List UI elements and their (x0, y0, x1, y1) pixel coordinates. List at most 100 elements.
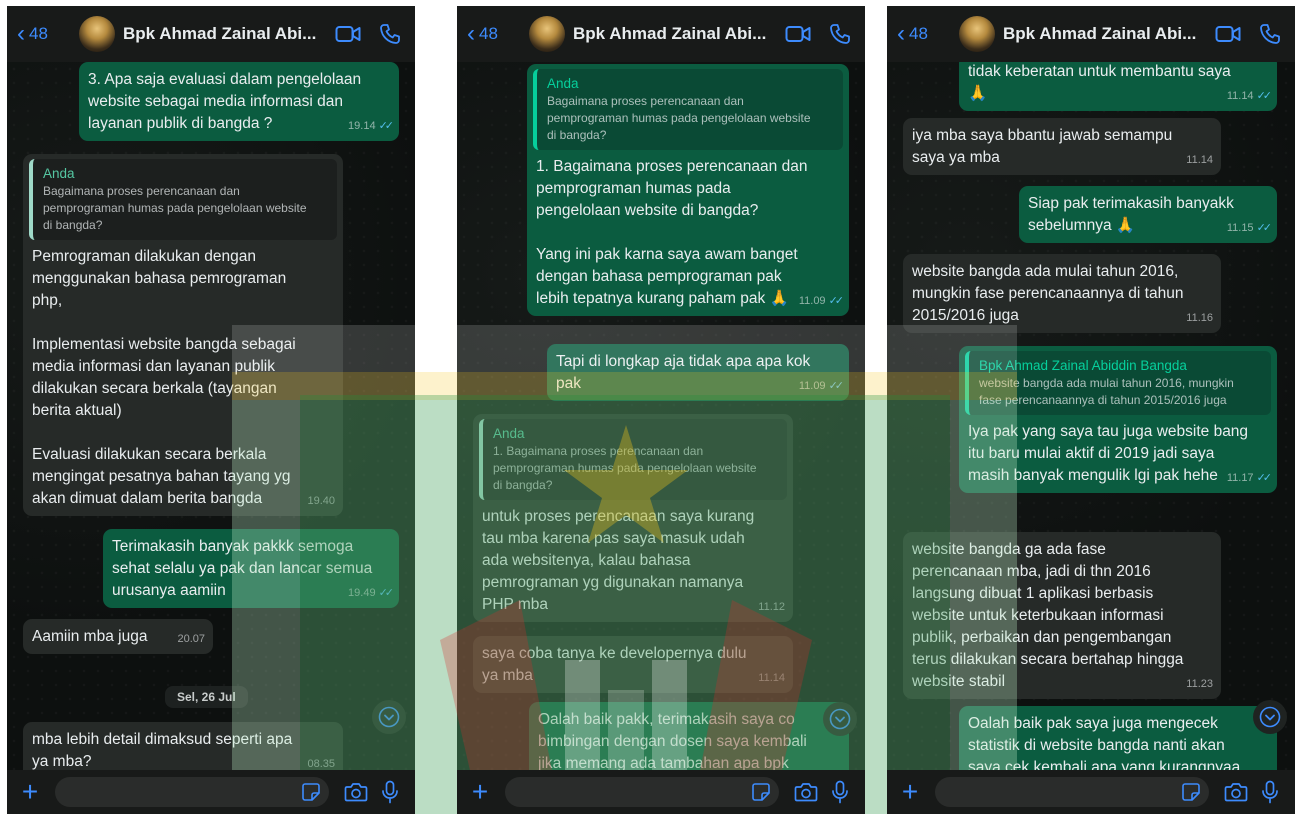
message-outgoing[interactable]: Tapi di longkap aja tidak apa apa kok pa… (547, 344, 849, 401)
voice-call-button[interactable] (375, 23, 405, 45)
message-outgoing[interactable]: Terimakasih banyak pakkk semoga sehat se… (103, 529, 399, 608)
message-text: untuk proses perencanaan saya kurang tau… (482, 508, 755, 613)
message-text: Pemrograman dilakukan dengan menggunakan… (32, 248, 296, 507)
unread-count: 48 (479, 24, 498, 43)
quoted-author: Anda (43, 166, 75, 181)
quoted-message[interactable]: Bpk Ahmad Zainal Abiddin Bangda website … (965, 351, 1271, 415)
sticker-icon (1182, 783, 1200, 801)
microphone-button[interactable] (1253, 780, 1287, 804)
contact-name[interactable]: Bpk Ahmad Zainal Abi... (573, 24, 771, 44)
chat-header: ‹ 48 Bpk Ahmad Zainal Abi... (457, 6, 865, 62)
video-call-icon (335, 26, 361, 42)
message-text: Aamiin mba juga (32, 628, 148, 645)
message-meta: 19.14 ✓✓ (348, 115, 395, 137)
camera-button[interactable] (1219, 782, 1253, 802)
message-outgoing[interactable]: 3. Apa saja evaluasi dalam pengelolaan w… (79, 62, 399, 141)
message-meta: 11.17 ✓✓ (1227, 467, 1272, 489)
message-meta: 11.15 ✓✓ (1227, 217, 1272, 239)
message-incoming[interactable]: website bangda ga ada fase perencanaan m… (903, 532, 1221, 699)
message-input[interactable] (505, 777, 779, 807)
message-meta: 11.23 (1186, 673, 1213, 695)
quoted-message[interactable]: Anda Bagaimana proses perencanaan dan pe… (29, 159, 337, 240)
message-outgoing[interactable]: Anda Bagaimana proses perencanaan dan pe… (527, 64, 849, 316)
message-meta: 11.14 ✓✓ (1226, 85, 1272, 107)
message-meta: 11.14 (1186, 149, 1213, 171)
back-button[interactable]: ‹ 48 (897, 22, 953, 46)
message-time: 11.09 (798, 295, 826, 307)
video-call-button[interactable] (783, 25, 813, 43)
message-outgoing[interactable]: Siap pak terimakasih banyakk sebelumnya … (1019, 186, 1277, 243)
avatar[interactable] (959, 16, 995, 52)
message-incoming[interactable]: website bangda ada mulai tahun 2016, mun… (903, 254, 1221, 333)
scroll-to-bottom-button[interactable] (1253, 700, 1287, 734)
voice-call-button[interactable] (825, 23, 855, 45)
back-button[interactable]: ‹ 48 (17, 22, 73, 46)
message-text: website bangda ga ada fase perencanaan m… (912, 541, 1184, 690)
back-button[interactable]: ‹ 48 (467, 22, 523, 46)
chevron-down-icon (829, 708, 851, 730)
message-text: tidak keberatan untuk membantu saya 🙏 (968, 63, 1231, 102)
contact-name[interactable]: Bpk Ahmad Zainal Abi... (123, 24, 321, 44)
voice-call-button[interactable] (1255, 23, 1285, 45)
avatar[interactable] (529, 16, 565, 52)
message-time: 19.49 (348, 587, 376, 599)
camera-icon (344, 783, 368, 802)
chevron-left-icon: ‹ (467, 20, 475, 47)
chat-screenshot-1: ‹ 48 Bpk Ahmad Zainal Abi... 3. Apa saja… (7, 6, 415, 814)
sticker-icon (752, 783, 770, 801)
microphone-button[interactable] (373, 780, 407, 804)
avatar[interactable] (79, 16, 115, 52)
message-text: 3. Apa saja evaluasi dalam pengelolaan w… (88, 71, 362, 132)
message-text: saya coba tanya ke developernya dulu ya … (482, 645, 747, 684)
message-input[interactable] (55, 777, 329, 807)
quoted-text: website bangda ada mulai tahun 2016, mun… (979, 376, 1234, 407)
message-meta: 19.49 ✓✓ (348, 582, 394, 604)
read-ticks-icon: ✓✓ (828, 380, 845, 392)
message-time: 11.09 (798, 380, 826, 392)
message-text: Iya pak yang saya tau juga website bang … (968, 423, 1249, 484)
message-incoming[interactable]: Aamiin mba juga 20.07 (23, 619, 213, 654)
message-composer: + (7, 770, 415, 814)
chat-screenshot-3: ‹ 48 Bpk Ahmad Zainal Abi... tidak keber… (887, 6, 1295, 814)
message-time: 11.23 (1186, 678, 1213, 690)
phone-icon (830, 24, 850, 44)
contact-name[interactable]: Bpk Ahmad Zainal Abi... (1003, 24, 1201, 44)
message-composer: + (457, 770, 865, 814)
message-text: Tapi di longkap aja tidak apa apa kok pa… (556, 353, 811, 392)
date-separator: Sel, 26 Jul (165, 686, 248, 708)
video-call-button[interactable] (333, 25, 363, 43)
message-text: Oalah baik pakk, terimakasih saya co bim… (538, 711, 807, 772)
message-outgoing[interactable]: tidak keberatan untuk membantu saya 🙏 11… (959, 54, 1277, 111)
plus-icon[interactable]: + (15, 778, 45, 806)
quoted-text: Bagaimana proses perencanaan dan pemprog… (43, 184, 307, 232)
video-call-icon (1215, 26, 1241, 42)
message-time: 11.12 (758, 601, 785, 613)
message-incoming[interactable]: saya coba tanya ke developernya dulu ya … (473, 636, 793, 693)
quoted-text: Bagaimana proses perencanaan dan pemprog… (547, 94, 811, 142)
quoted-author: Anda (547, 76, 579, 91)
message-outgoing[interactable]: Bpk Ahmad Zainal Abiddin Bangda website … (959, 346, 1277, 493)
unread-count: 48 (29, 24, 48, 43)
message-time: 11.16 (1186, 312, 1213, 324)
camera-button[interactable] (339, 782, 373, 802)
scroll-to-bottom-button[interactable] (823, 702, 857, 736)
message-incoming[interactable]: Anda 1. Bagaimana proses perencanaan dan… (473, 414, 793, 622)
scroll-to-bottom-button[interactable] (372, 700, 406, 734)
message-input[interactable] (935, 777, 1209, 807)
plus-icon[interactable]: + (465, 778, 495, 806)
chevron-down-icon (378, 706, 400, 728)
message-time: 11.14 (1226, 90, 1254, 102)
microphone-icon (382, 780, 398, 804)
quoted-message[interactable]: Anda 1. Bagaimana proses perencanaan dan… (479, 419, 787, 500)
plus-icon[interactable]: + (895, 778, 925, 806)
quoted-message[interactable]: Anda Bagaimana proses perencanaan dan pe… (533, 69, 843, 150)
message-meta: 11.09 ✓✓ (798, 290, 844, 312)
message-incoming[interactable]: iya mba saya bbantu jawab semampu saya y… (903, 118, 1221, 175)
read-ticks-icon: ✓✓ (378, 120, 395, 132)
camera-icon (794, 783, 818, 802)
video-call-button[interactable] (1213, 25, 1243, 43)
message-meta: 19.40 (307, 490, 335, 512)
microphone-button[interactable] (823, 780, 857, 804)
message-incoming[interactable]: Anda Bagaimana proses perencanaan dan pe… (23, 154, 343, 516)
camera-button[interactable] (789, 782, 823, 802)
